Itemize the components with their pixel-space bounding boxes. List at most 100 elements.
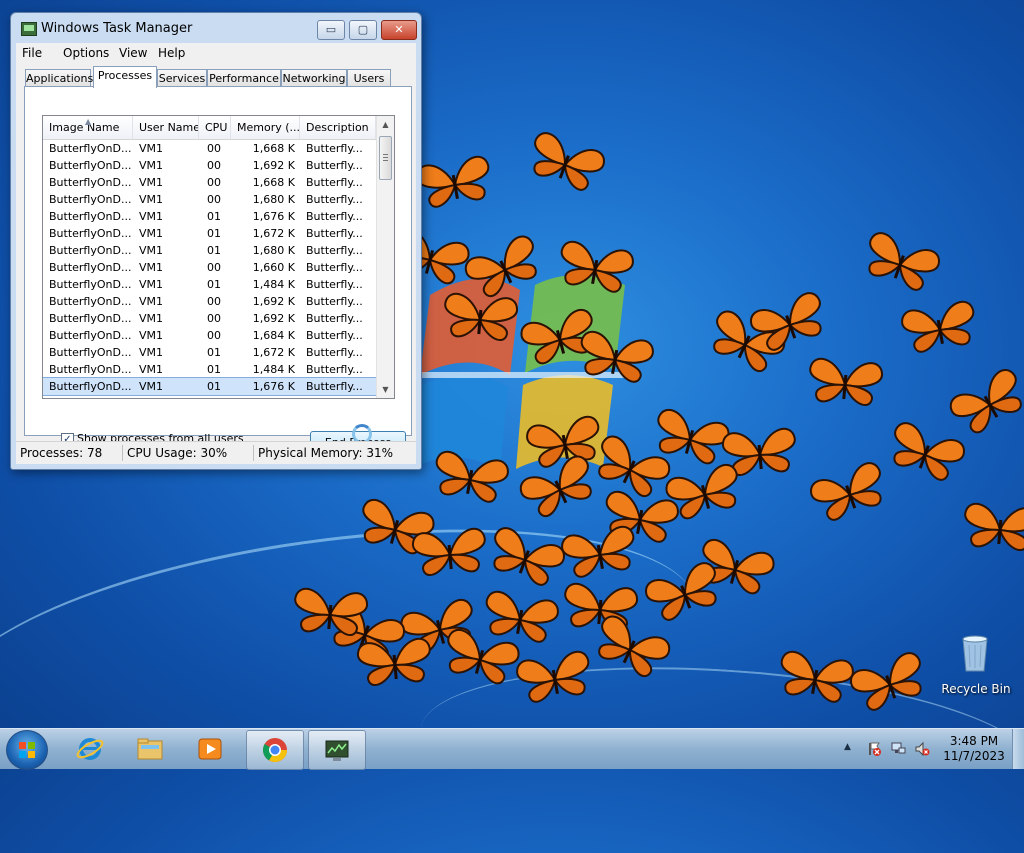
process-memory: 1,692 K: [252, 295, 295, 308]
process-description: Butterfly...: [306, 227, 363, 240]
clock-time: 3:48 PM: [949, 734, 999, 748]
process-cpu: 01: [207, 363, 221, 376]
close-button[interactable]: ✕: [381, 20, 417, 40]
table-row[interactable]: ButterflyOnD... VM1 01 1,676 K Butterfly...: [43, 377, 377, 396]
grip-line: [383, 160, 388, 161]
menu-view[interactable]: View: [119, 46, 147, 60]
menu-bar: File Options View Help: [16, 43, 416, 63]
butterfly: [949, 369, 1022, 434]
recycle-bin-icon: [962, 635, 988, 672]
scroll-down-arrow-icon[interactable]: ▼: [377, 381, 394, 398]
process-cpu: 01: [207, 380, 221, 393]
task-manager-taskbar-button[interactable]: [308, 730, 366, 770]
table-row[interactable]: ButterflyOnD... VM1 00 1,692 K Butterfly...: [43, 157, 376, 174]
column-description-label: Description: [306, 121, 369, 134]
file-explorer-button[interactable]: [122, 730, 178, 768]
table-row[interactable]: ButterflyOnD... VM1 00 1,660 K Butterfly...: [43, 259, 376, 276]
network-icon[interactable]: [890, 741, 906, 757]
column-cpu[interactable]: CPU: [199, 116, 231, 139]
media-player-button[interactable]: [182, 730, 238, 768]
chrome-icon: [262, 738, 287, 763]
table-row[interactable]: ButterflyOnD... VM1 00 1,692 K Butterfly...: [43, 293, 376, 310]
action-center-flag-icon[interactable]: [866, 741, 882, 757]
column-image-name[interactable]: ▲ Image Name: [43, 116, 133, 139]
tab-services[interactable]: Services: [157, 69, 207, 87]
butterfly: [809, 357, 884, 406]
process-user-name: VM1: [139, 329, 164, 342]
column-description[interactable]: Description: [300, 116, 376, 139]
process-cpu: 01: [207, 210, 221, 223]
process-description: Butterfly...: [306, 244, 363, 257]
process-cpu: 00: [207, 329, 221, 342]
minimize-button[interactable]: ▭: [317, 20, 345, 40]
table-row[interactable]: ButterflyOnD... VM1 01 1,676 K Butterfly...: [43, 208, 376, 225]
process-description: Butterfly...: [306, 210, 363, 223]
process-list[interactable]: ▲ Image Name User Name CPU Memory (... D…: [42, 115, 395, 399]
task-manager-window[interactable]: Windows Task Manager ▭ ▢ ✕ File Options …: [10, 12, 422, 470]
process-rows: ButterflyOnD... VM1 00 1,668 K Butterfly... B…: [43, 140, 377, 396]
process-image-name: ButterflyOnD...: [49, 227, 132, 240]
process-cpu: 01: [207, 346, 221, 359]
internet-explorer-button[interactable]: [62, 730, 118, 768]
menu-help[interactable]: Help: [158, 46, 185, 60]
clock[interactable]: 3:48 PM 11/7/2023: [943, 734, 1005, 764]
process-memory: 1,692 K: [252, 159, 295, 172]
column-memory-label: Memory (...: [237, 121, 300, 134]
process-description: Butterfly...: [306, 159, 363, 172]
table-row[interactable]: ButterflyOnD... VM1 01 1,680 K Butterfly...: [43, 242, 376, 259]
table-row[interactable]: ButterflyOnD... VM1 00 1,680 K Butterfly...: [43, 191, 376, 208]
table-row[interactable]: ButterflyOnD... VM1 00 1,684 K Butterfly...: [43, 327, 376, 344]
scroll-up-arrow-icon[interactable]: ▲: [377, 116, 394, 133]
process-image-name: ButterflyOnD...: [49, 261, 132, 274]
process-cpu: 01: [207, 278, 221, 291]
grip-line: [383, 157, 388, 158]
process-user-name: VM1: [139, 278, 164, 291]
volume-muted-icon[interactable]: [914, 741, 930, 757]
table-row[interactable]: ButterflyOnD... VM1 00 1,692 K Butterfly...: [43, 310, 376, 327]
butterfly: [702, 538, 775, 595]
show-desktop-button[interactable]: [1012, 729, 1024, 769]
table-row[interactable]: ButterflyOnD... VM1 01 1,672 K Butterfly...: [43, 344, 376, 361]
process-description: Butterfly...: [306, 142, 363, 155]
task-manager-icon: [325, 740, 349, 761]
maximize-button[interactable]: ▢: [349, 20, 377, 40]
process-cpu: 01: [207, 244, 221, 257]
tab-applications[interactable]: Applications: [25, 69, 93, 87]
scroll-thumb[interactable]: [379, 136, 392, 180]
menu-options[interactable]: Options: [63, 46, 109, 60]
start-button[interactable]: [6, 730, 48, 770]
show-hidden-icons-icon[interactable]: ▲: [844, 742, 851, 752]
process-memory: 1,660 K: [252, 261, 295, 274]
taskbar: ▲ 3:48 PM 11/7/2023: [0, 728, 1024, 770]
tab-users[interactable]: Users: [347, 69, 391, 87]
table-row[interactable]: ButterflyOnD... VM1 00 1,668 K Butterfly...: [43, 174, 376, 191]
recycle-bin[interactable]: Recycle Bin: [940, 630, 1012, 700]
tab-networking[interactable]: Networking: [281, 69, 347, 87]
butterfly: [901, 300, 975, 353]
process-memory: 1,676 K: [252, 380, 295, 393]
tab-processes[interactable]: Processes: [93, 66, 157, 88]
table-row[interactable]: ButterflyOnD... VM1 01 1,672 K Butterfly...: [43, 225, 376, 242]
title-bar[interactable]: Windows Task Manager ▭ ▢ ✕: [11, 13, 421, 43]
tab-performance[interactable]: Performance: [207, 69, 281, 87]
table-row[interactable]: ButterflyOnD... VM1 00 1,668 K Butterfly...: [43, 140, 376, 157]
status-cpu-usage: CPU Usage: 30%: [123, 445, 254, 461]
status-physical-memory: Physical Memory: 31%: [258, 446, 394, 460]
process-image-name: ButterflyOnD...: [49, 159, 132, 172]
column-user-name[interactable]: User Name: [133, 116, 199, 139]
processes-panel: ▲ Image Name User Name CPU Memory (... D…: [24, 86, 412, 454]
process-description: Butterfly...: [306, 278, 363, 291]
table-row[interactable]: ButterflyOnD... VM1 01 1,484 K Butterfly...: [43, 361, 376, 378]
process-description: Butterfly...: [306, 380, 363, 393]
process-description: Butterfly...: [306, 346, 363, 359]
menu-file[interactable]: File: [22, 46, 42, 60]
column-memory[interactable]: Memory (...: [231, 116, 300, 139]
process-cpu: 00: [207, 193, 221, 206]
chrome-button[interactable]: [246, 730, 304, 770]
butterfly: [868, 232, 940, 291]
table-row[interactable]: ButterflyOnD... VM1 01 1,484 K Butterfly...: [43, 276, 376, 293]
process-user-name: VM1: [139, 159, 164, 172]
butterfly: [721, 427, 796, 476]
vertical-scrollbar[interactable]: ▲ ▼: [376, 116, 394, 398]
process-memory: 1,676 K: [252, 210, 295, 223]
